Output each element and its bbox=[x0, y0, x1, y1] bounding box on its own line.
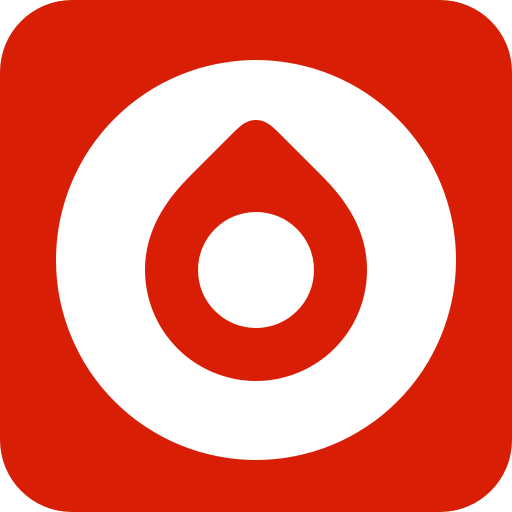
drop-in-ring-icon bbox=[56, 60, 456, 460]
drop-center-hole bbox=[198, 212, 314, 328]
app-icon-canvas bbox=[0, 0, 512, 512]
app-icon[interactable] bbox=[0, 0, 512, 512]
